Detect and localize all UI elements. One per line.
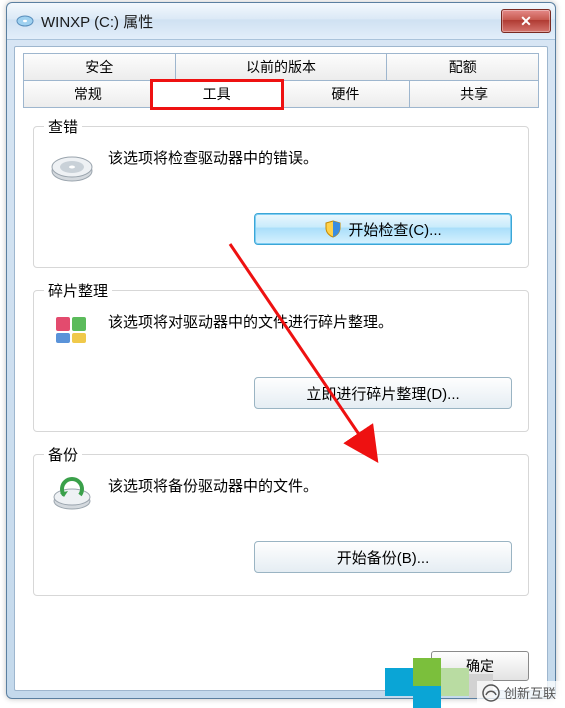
shield-icon <box>324 220 342 238</box>
watermark-icon <box>482 684 500 702</box>
tab-previous-versions[interactable]: 以前的版本 <box>175 53 388 81</box>
properties-dialog: WINXP (C:) 属性 ✕ 安全 以前的版本 配额 常规 工具 硬件 共享 … <box>6 2 556 699</box>
tab-row-1: 安全 以前的版本 配额 <box>23 53 539 81</box>
group-title-backup: 备份 <box>44 444 82 465</box>
dialog-body: 安全 以前的版本 配额 常规 工具 硬件 共享 查错 <box>14 46 548 691</box>
tab-security[interactable]: 安全 <box>23 53 176 81</box>
backup-icon <box>50 473 94 513</box>
start-check-button[interactable]: 开始检查(C)... <box>254 213 512 245</box>
defrag-icon <box>50 309 94 349</box>
watermark: 创新互联 <box>477 681 561 704</box>
tab-tools[interactable]: 工具 <box>152 81 282 108</box>
close-button[interactable]: ✕ <box>501 9 551 33</box>
backup-desc: 该选项将备份驱动器中的文件。 <box>108 473 318 496</box>
tab-quota[interactable]: 配额 <box>386 53 539 81</box>
start-check-label: 开始检查(C)... <box>348 219 441 240</box>
group-title-defrag: 碎片整理 <box>44 280 112 301</box>
titlebar[interactable]: WINXP (C:) 属性 ✕ <box>7 3 555 40</box>
check-desc: 该选项将检查驱动器中的错误。 <box>108 145 318 168</box>
window-title: WINXP (C:) 属性 <box>41 11 501 32</box>
start-backup-button[interactable]: 开始备份(B)... <box>254 541 512 573</box>
defrag-desc: 该选项将对驱动器中的文件进行碎片整理。 <box>108 309 393 332</box>
group-backup: 备份 该选项将备份驱动器中的文件。 开始备份(B)... <box>33 454 529 596</box>
group-defrag: 碎片整理 该选项将对驱动器中的文件进行碎片整理。 立即进行碎片整 <box>33 290 529 432</box>
tabs-container: 安全 以前的版本 配额 常规 工具 硬件 共享 <box>15 47 547 108</box>
watermark-text: 创新互联 <box>504 683 556 702</box>
start-defrag-label: 立即进行碎片整理(D)... <box>306 383 459 404</box>
tab-content: 查错 该选项将检查驱动器中的错误。 <box>15 108 547 642</box>
tab-general[interactable]: 常规 <box>23 81 153 108</box>
ok-button[interactable]: 确定 <box>431 651 529 681</box>
tab-hardware[interactable]: 硬件 <box>281 81 411 108</box>
group-title-check: 查错 <box>44 116 82 137</box>
start-backup-label: 开始备份(B)... <box>337 547 430 568</box>
drive-icon-small <box>15 11 35 31</box>
dialog-buttons: 确定 <box>15 642 547 690</box>
group-check-disk: 查错 该选项将检查驱动器中的错误。 <box>33 126 529 268</box>
start-defrag-button[interactable]: 立即进行碎片整理(D)... <box>254 377 512 409</box>
close-icon: ✕ <box>520 13 532 30</box>
drive-icon <box>50 145 94 185</box>
tab-sharing[interactable]: 共享 <box>409 81 539 108</box>
tab-row-2: 常规 工具 硬件 共享 <box>23 81 539 108</box>
